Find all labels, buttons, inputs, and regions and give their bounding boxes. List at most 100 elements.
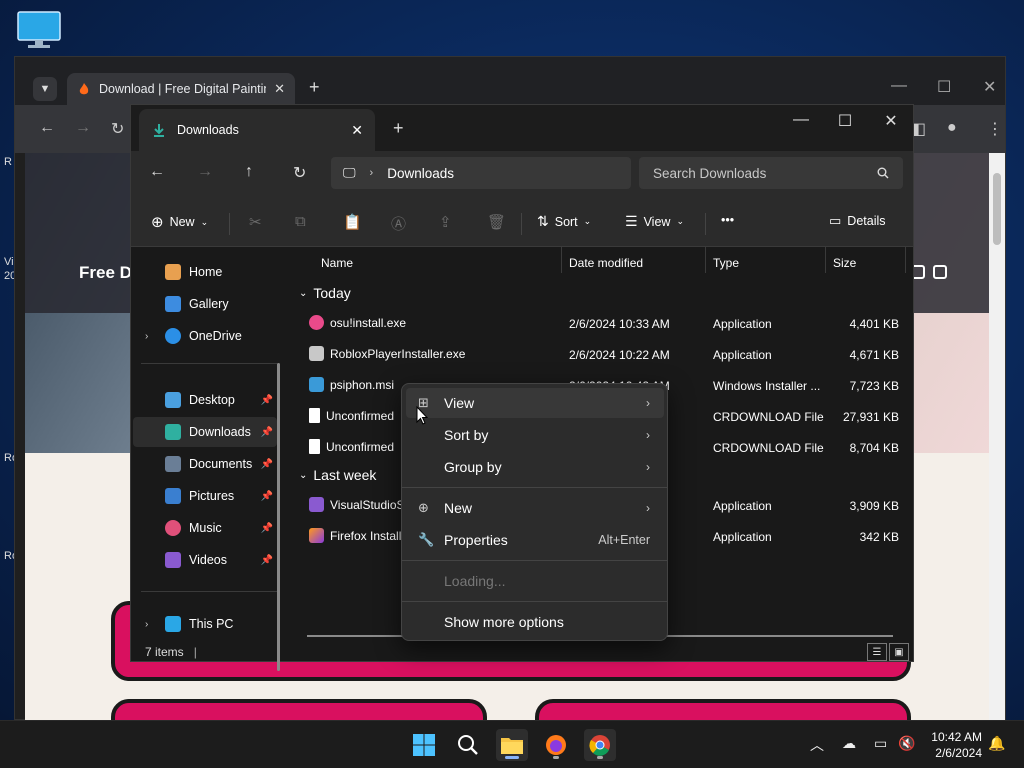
chrome-tab[interactable]: Download | Free Digital Painting ✕ — [67, 73, 295, 105]
file-row[interactable]: RobloxPlayerInstaller.exe 2/6/2024 10:22… — [291, 340, 913, 370]
chevron-right-icon[interactable]: › — [145, 619, 148, 630]
delete-icon[interactable]: 🗑 — [487, 213, 506, 231]
onedrive-icon — [165, 328, 181, 344]
back-icon[interactable]: ← — [149, 163, 165, 181]
refresh-icon[interactable]: ↻ — [293, 163, 306, 183]
details-label: Details — [847, 214, 886, 228]
scroll-thumb[interactable] — [993, 173, 1001, 245]
chevron-up-icon[interactable]: ︿ — [810, 735, 824, 755]
msi-installer-icon — [309, 377, 324, 392]
view-button[interactable]: ☰ View ⌄ — [625, 213, 684, 230]
nav-label: OneDrive — [189, 329, 242, 343]
forward-icon[interactable]: → — [197, 163, 213, 181]
column-divider[interactable] — [825, 247, 826, 273]
copy-icon[interactable]: ⧉ — [295, 213, 306, 230]
download-button[interactable] — [111, 699, 487, 721]
notifications-bell-icon[interactable]: 🔔 — [988, 735, 1005, 752]
nav-label: Downloads — [189, 425, 251, 439]
close-icon[interactable]: ✕ — [983, 77, 996, 97]
taskbar-file-explorer[interactable] — [496, 729, 528, 761]
page-scrollbar[interactable] — [989, 153, 1005, 721]
start-button[interactable] — [408, 729, 440, 761]
column-date-modified[interactable]: Date modified — [563, 251, 707, 275]
close-tab-icon[interactable]: ✕ — [274, 81, 285, 97]
nav-item-videos[interactable]: Videos 📌 — [133, 545, 277, 575]
sort-button[interactable]: ⇅ Sort ⌄ — [537, 213, 591, 230]
details-button[interactable]: ▭ Details — [829, 213, 886, 229]
nav-item-home[interactable]: Home — [133, 257, 277, 287]
column-type[interactable]: Type — [707, 251, 825, 275]
paste-icon[interactable]: 📋 — [343, 213, 362, 231]
reload-icon[interactable]: ↻ — [111, 119, 124, 139]
nav-item-documents[interactable]: Documents 📌 — [133, 449, 277, 479]
menu-item-properties[interactable]: 🔧 Properties Alt+Enter — [406, 525, 664, 555]
chevron-right-icon[interactable]: › — [145, 331, 148, 342]
network-icon[interactable]: ▭ — [874, 735, 887, 752]
volume-muted-icon[interactable]: 🔇 — [898, 735, 915, 752]
explorer-tab[interactable]: Downloads ✕ — [139, 109, 375, 151]
cut-icon[interactable]: ✂ — [249, 213, 262, 231]
up-icon[interactable]: ↑ — [245, 163, 253, 181]
menu-item-group-by[interactable]: Group by › — [406, 452, 664, 482]
nav-label: Gallery — [189, 297, 229, 311]
explorer-tab-title: Downloads — [177, 123, 239, 137]
column-divider[interactable] — [705, 247, 706, 273]
column-name[interactable]: Name — [315, 251, 561, 275]
nav-item-onedrive[interactable]: › OneDrive — [133, 321, 277, 351]
breadcrumb[interactable]: Downloads — [387, 166, 454, 181]
download-button[interactable] — [535, 699, 911, 721]
youtube-icon[interactable] — [933, 265, 947, 279]
site-title[interactable]: Free Di — [79, 263, 137, 283]
nav-item-downloads[interactable]: Downloads 📌 — [133, 417, 277, 447]
taskbar-firefox[interactable] — [540, 729, 572, 761]
forward-icon[interactable]: → — [75, 119, 91, 137]
chevron-down-icon: ⌄ — [676, 216, 684, 226]
maximize-icon[interactable]: ☐ — [825, 111, 865, 137]
this-pc-desktop-icon[interactable] — [16, 10, 62, 50]
nav-item-gallery[interactable]: Gallery — [133, 289, 277, 319]
more-options-button[interactable]: ••• — [721, 213, 734, 227]
tiles-view-icon[interactable]: ▣ — [889, 643, 909, 661]
search-icon — [877, 167, 889, 179]
search-button[interactable] — [452, 729, 484, 761]
nav-item-music[interactable]: Music 📌 — [133, 513, 277, 543]
nav-item-pictures[interactable]: Pictures 📌 — [133, 481, 277, 511]
details-view-icon[interactable]: ☰ — [867, 643, 887, 661]
minimize-icon[interactable]: — — [891, 77, 907, 95]
menu-item-show-more-options[interactable]: Show more options — [406, 607, 664, 637]
nav-item-desktop[interactable]: Desktop 📌 — [133, 385, 277, 415]
menu-item-new[interactable]: ⊕ New › — [406, 493, 664, 523]
maximize-icon[interactable]: ☐ — [937, 77, 951, 97]
search-input[interactable]: Search Downloads — [639, 157, 903, 189]
new-tab-button[interactable]: + — [309, 77, 320, 98]
back-icon[interactable]: ← — [39, 119, 55, 137]
nav-item-this-pc[interactable]: › This PC — [133, 609, 277, 639]
menu-item-view[interactable]: ⊞ View › — [406, 388, 664, 418]
column-size[interactable]: Size — [827, 251, 907, 275]
this-pc-icon — [165, 616, 181, 632]
rename-icon[interactable]: Ⓐ — [391, 213, 406, 234]
videos-icon — [165, 552, 181, 568]
menu-item-sort-by[interactable]: Sort by › — [406, 420, 664, 450]
group-header-today[interactable]: ⌄ Today — [299, 285, 351, 301]
cloud-offline-icon[interactable]: ☁ — [842, 735, 856, 752]
group-header-last-week[interactable]: ⌄ Last week — [299, 467, 376, 483]
taskbar-chrome[interactable] — [584, 729, 616, 761]
file-type: CRDOWNLOAD File — [713, 410, 824, 424]
new-button[interactable]: ⊕ New ⌄ — [151, 213, 208, 231]
address-bar[interactable]: 🖵 › Downloads — [331, 157, 631, 189]
file-row[interactable]: osu!install.exe 2/6/2024 10:33 AM Applic… — [291, 309, 913, 339]
new-tab-button[interactable]: + — [393, 118, 404, 139]
column-divider[interactable] — [905, 247, 906, 273]
close-tab-icon[interactable]: ✕ — [351, 122, 363, 139]
clock[interactable]: 10:42 AM 2/6/2024 — [931, 729, 982, 761]
profile-icon[interactable]: ● — [947, 119, 957, 137]
view-lines-icon: ☰ — [625, 213, 638, 229]
column-divider[interactable] — [561, 247, 562, 273]
tab-search-button[interactable]: ▼ — [33, 77, 57, 101]
close-icon[interactable]: ✕ — [871, 111, 911, 137]
nav-scrollbar[interactable] — [277, 363, 280, 671]
share-icon[interactable]: ⇪ — [439, 213, 452, 231]
minimize-icon[interactable]: — — [781, 111, 821, 137]
menu-icon[interactable]: ⋮ — [987, 119, 1003, 139]
